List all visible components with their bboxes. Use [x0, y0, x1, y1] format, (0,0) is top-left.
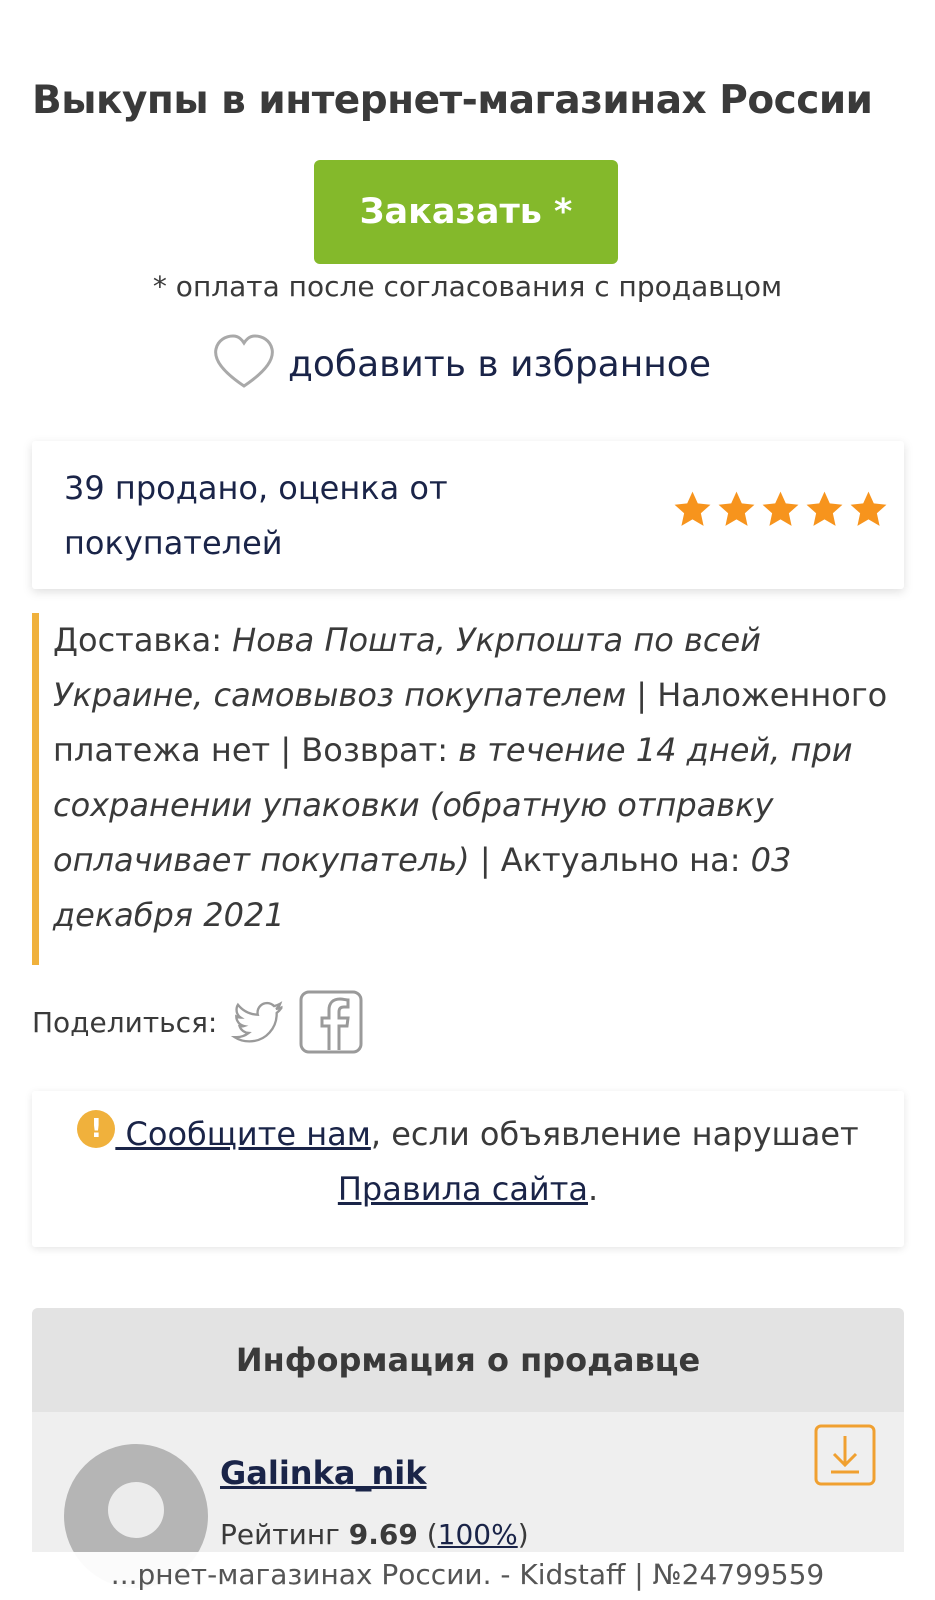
- rating-label: Рейтинг: [220, 1518, 349, 1551]
- rating-stars: [672, 489, 889, 530]
- avatar-head-shape: [108, 1482, 164, 1538]
- page-title: Выкупы в интернет-магазинах России: [32, 78, 873, 123]
- footer-url-bar: ...рнет-магазинах России. - Kidstaff | №…: [0, 1552, 935, 1600]
- download-icon[interactable]: [814, 1424, 876, 1486]
- add-to-favorites[interactable]: добавить в избранное: [212, 334, 711, 394]
- rating-open-paren: (: [417, 1518, 438, 1551]
- sold-count-text: 39 продано, оценка от покупателей: [64, 469, 448, 562]
- sales-rating-card: 39 продано, оценка от покупателей: [32, 441, 904, 589]
- star-icon: [762, 491, 799, 526]
- heart-outline-icon: [212, 332, 276, 396]
- seller-name-link[interactable]: Galinka_nik: [220, 1454, 426, 1492]
- star-icon: [718, 491, 755, 526]
- twitter-icon[interactable]: [227, 994, 289, 1050]
- favorites-label: добавить в избранное: [288, 343, 711, 385]
- seller-section-title: Информация о продавце: [32, 1308, 904, 1412]
- rating-value: 9.69: [348, 1518, 418, 1551]
- share-bar: Поделиться:: [32, 990, 363, 1054]
- delivery-label: Доставка:: [53, 621, 233, 659]
- star-icon: [850, 491, 887, 526]
- share-label: Поделиться:: [32, 1005, 218, 1039]
- star-icon: [806, 491, 843, 526]
- order-button[interactable]: Заказать *: [314, 160, 618, 264]
- seller-rating: Рейтинг 9.69 (100%): [220, 1518, 529, 1551]
- actual-label: | Актуально на:: [469, 841, 751, 879]
- site-rules-link[interactable]: Правила сайта: [338, 1170, 588, 1208]
- rating-percent-link[interactable]: 100%: [438, 1518, 518, 1551]
- payment-note: * оплата после согласования с продавцом: [152, 270, 783, 303]
- report-text: , если объявление нарушает: [370, 1115, 859, 1153]
- star-icon: [674, 491, 711, 526]
- facebook-icon[interactable]: [299, 990, 363, 1054]
- warning-icon: !: [77, 1110, 116, 1148]
- rating-close-paren: ): [517, 1518, 529, 1551]
- report-link[interactable]: Сообщите нам: [115, 1115, 371, 1153]
- delivery-info: Доставка: Нова Пошта, Укрпошта по всей У…: [32, 613, 904, 965]
- report-text-end: .: [587, 1170, 599, 1208]
- report-card: ! Сообщите нам, если объявление нарушает…: [32, 1091, 904, 1247]
